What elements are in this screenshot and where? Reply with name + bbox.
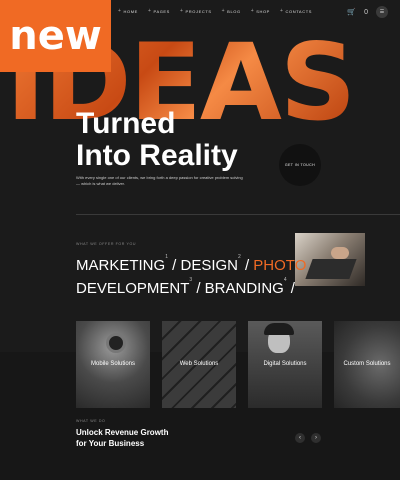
new-badge: new [0, 0, 111, 72]
growth-eyebrow: WHAT WE DO [76, 419, 106, 423]
card-mobile-solutions[interactable]: Mobile Solutions [76, 321, 150, 408]
camera-lens-image [106, 333, 126, 353]
cart-icon[interactable]: 🛒 [347, 8, 356, 16]
nav-item-pages[interactable]: + PAGES [148, 8, 170, 14]
headline-line1: Turned [76, 107, 176, 140]
growth-title: Unlock Revenue Growth for Your Business [76, 428, 169, 448]
get-in-touch-button[interactable]: GET IN TOUCH [279, 144, 321, 186]
card-custom-solutions[interactable]: Custom Solutions [334, 321, 400, 408]
service-marketing[interactable]: MARKETING1 [76, 254, 168, 274]
headline-line2: Into Reality [76, 138, 238, 172]
card-label: Digital Solutions [263, 361, 307, 367]
service-design[interactable]: DESIGN2 [180, 254, 240, 274]
nav-item-projects[interactable]: + PROJECTS [180, 8, 212, 14]
page: new + HOME + PAGES + PROJECTS + BLOG + SHOP +… [0, 0, 400, 480]
arrow-right-icon[interactable]: › [311, 433, 321, 443]
divider [76, 214, 400, 215]
nav-item-contacts[interactable]: + CONTACTS [280, 8, 312, 14]
hero-headline: Turned Into Reality [76, 108, 238, 171]
service-branding[interactable]: BRANDING4 [205, 277, 287, 297]
hero-lead: With every single one of our clients, we… [76, 175, 243, 187]
card-label: Web Solutions [179, 361, 219, 367]
top-nav: + HOME + PAGES + PROJECTS + BLOG + SHOP + CONT… [118, 8, 312, 14]
cap-shape [264, 323, 294, 335]
solution-cards: Mobile Solutions Web Solutions Digital S… [76, 321, 400, 408]
card-label: Mobile Solutions [90, 361, 136, 367]
service-photo[interactable]: PHOTO [253, 257, 306, 274]
card-digital-solutions[interactable]: Digital Solutions [248, 321, 322, 408]
arrow-left-icon[interactable]: ‹ [295, 433, 305, 443]
card-label: Custom Solutions [343, 361, 391, 367]
carousel-arrows: ‹ › [295, 433, 321, 443]
service-development[interactable]: DEVELOPMENT3 [76, 277, 192, 297]
nav-item-shop[interactable]: + SHOP [251, 8, 270, 14]
menu-icon[interactable]: ☰ [376, 6, 388, 18]
nav-item-blog[interactable]: + BLOG [222, 8, 241, 14]
header-icons: 🛒 0 ☰ [347, 6, 388, 18]
cart-count: 0 [364, 8, 368, 16]
services-list: MARKETING1 / DESIGN2 / PHOTO DEVELOPMENT… [76, 254, 307, 298]
offer-eyebrow: WHAT WE OFFER FOR YOU [76, 242, 137, 246]
nav-item-home[interactable]: + HOME [118, 8, 138, 14]
card-web-solutions[interactable]: Web Solutions [162, 321, 236, 408]
